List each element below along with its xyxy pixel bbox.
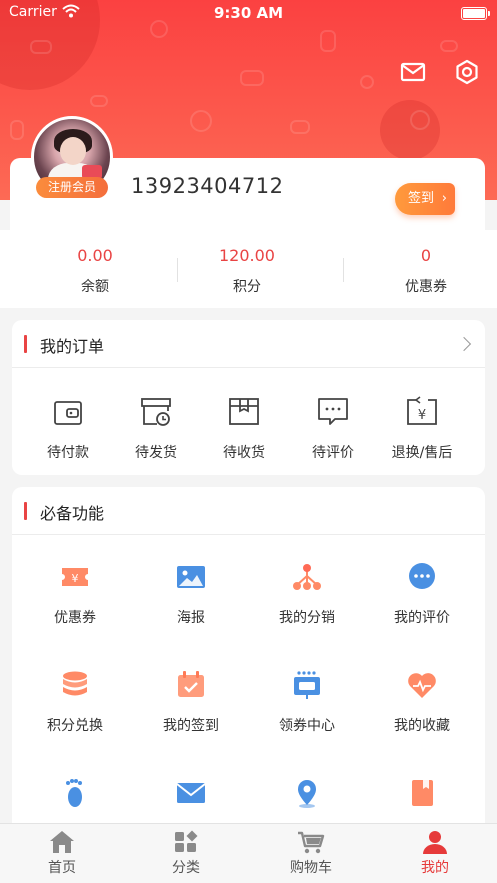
status-time: 9:30 AM: [213, 4, 284, 22]
comment-icon: [318, 398, 348, 425]
feature-address[interactable]: [248, 775, 366, 823]
stat-value: 120.00: [219, 246, 275, 265]
stat-label: 积分: [233, 279, 261, 295]
tab-label: 分类: [172, 860, 200, 876]
orders-header[interactable]: 我的订单: [12, 320, 485, 368]
status-bar: Carrier 9:30 AM: [0, 0, 497, 28]
feature-label: 我的签到: [163, 718, 219, 734]
stat-value: 0: [420, 246, 432, 265]
distribution-icon: [293, 564, 321, 590]
feature-label: 我的收藏: [394, 718, 450, 734]
envelope-icon: [176, 783, 206, 803]
feature-sign-in-records[interactable]: 我的签到: [132, 667, 250, 735]
review-icon: [409, 563, 435, 589]
member-badge: 注册会员: [36, 177, 108, 198]
wallet-icon: [54, 401, 82, 425]
sign-in-button[interactable]: 签到 ›: [395, 183, 455, 215]
order-refund[interactable]: ¥ 退换/售后: [363, 394, 481, 462]
feature-distribution[interactable]: 我的分销: [248, 559, 366, 627]
heart-icon: [408, 673, 436, 698]
stat-points[interactable]: 120.00 积分: [172, 246, 322, 296]
tab-label: 首页: [48, 860, 76, 876]
location-icon: [298, 780, 316, 808]
feature-footprint[interactable]: [16, 775, 134, 823]
stat-label: 优惠券: [405, 279, 447, 295]
stat-coupons[interactable]: 0 优惠券: [351, 246, 497, 296]
feature-label: 领券中心: [279, 718, 335, 734]
sign-in-label: 签到: [408, 191, 435, 206]
mail-icon[interactable]: [399, 58, 427, 86]
refund-icon: ¥: [407, 396, 437, 425]
settings-icon[interactable]: [453, 58, 481, 86]
orders-title: 我的订单: [40, 337, 105, 356]
stat-balance[interactable]: 0.00 余额: [20, 246, 170, 296]
feature-label: 我的评价: [394, 610, 450, 626]
feature-label: 积分兑换: [47, 718, 103, 734]
user-icon: [423, 831, 447, 854]
cart-icon: [298, 831, 325, 854]
coupon-icon: ¥: [62, 568, 88, 586]
features-header: 必备功能: [12, 487, 485, 535]
package-icon: [229, 398, 259, 425]
user-phone: 13923404712: [131, 174, 284, 198]
stat-label: 余额: [81, 279, 109, 295]
title-accent-bar: [24, 335, 27, 353]
chevron-right-icon: [456, 336, 472, 352]
feature-coupon-center[interactable]: 领券中心: [248, 667, 366, 735]
feature-my-reviews[interactable]: 我的评价: [363, 559, 481, 627]
home-icon: [50, 831, 74, 853]
svg-text:¥: ¥: [72, 572, 79, 585]
tab-mine[interactable]: 我的: [373, 824, 497, 883]
battery-icon: [461, 7, 490, 20]
calendar-check-icon: [178, 671, 204, 697]
tab-cart[interactable]: 购物车: [249, 824, 373, 883]
chevron-right-icon: ›: [441, 191, 447, 206]
poster-icon: [177, 566, 205, 588]
svg-text:¥: ¥: [418, 408, 426, 423]
orders-card: 我的订单 待付款 待发货 待收货 待评价 ¥ 退换/售后: [12, 320, 485, 475]
category-icon: [175, 830, 198, 852]
order-label: 退换/售后: [391, 445, 453, 461]
footprint-icon: [66, 779, 82, 807]
book-icon: [412, 780, 433, 806]
feature-label: 我的分销: [279, 610, 335, 626]
tab-label: 购物车: [290, 860, 332, 876]
divider: [343, 258, 344, 282]
feature-messages[interactable]: [132, 775, 250, 823]
coupon-center-icon: [294, 671, 320, 699]
feature-poster[interactable]: 海报: [132, 559, 250, 627]
tab-bar: 首页 分类 购物车 我的: [0, 823, 497, 883]
tab-category[interactable]: 分类: [124, 824, 248, 883]
feature-coupon[interactable]: ¥ 优惠券: [16, 559, 134, 627]
features-card: 必备功能 ¥ 优惠券 海报 我的分销 我的评价 积分兑换 我的签到 领券中心 我…: [12, 487, 485, 832]
feature-favorites[interactable]: 我的收藏: [363, 667, 481, 735]
points-exchange-icon: [63, 671, 87, 696]
feature-label: 海报: [177, 610, 205, 626]
feature-label: 优惠券: [54, 610, 96, 626]
feature-points-exchange[interactable]: 积分兑换: [16, 667, 134, 735]
feature-bookmark[interactable]: [363, 775, 481, 823]
stat-value: 0.00: [77, 246, 113, 265]
title-accent-bar: [24, 502, 27, 520]
tab-label: 我的: [421, 860, 449, 876]
box-clock-icon: [141, 398, 171, 426]
features-title: 必备功能: [40, 504, 105, 523]
tab-home[interactable]: 首页: [0, 824, 124, 883]
